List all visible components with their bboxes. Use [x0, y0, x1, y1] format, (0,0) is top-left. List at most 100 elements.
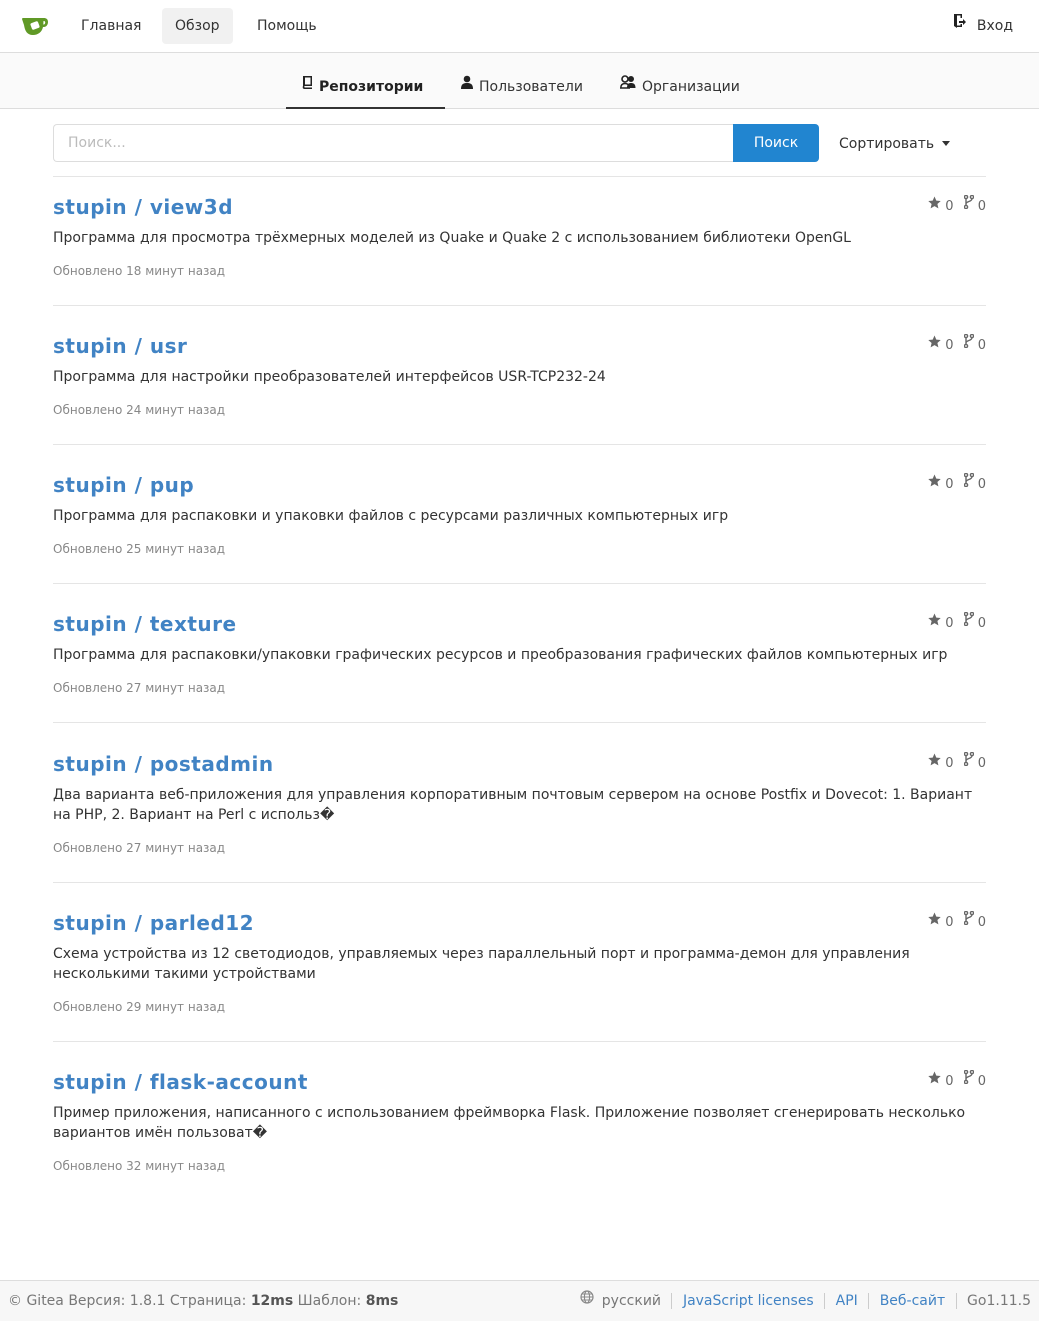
- language-label: русский: [601, 1293, 662, 1309]
- footer-copyright: © Gitea Версия: 1.8.1 Страница:: [8, 1293, 247, 1309]
- repo-title-link[interactable]: stupin / texture: [53, 609, 237, 639]
- repo-stats: 0 0: [922, 910, 986, 932]
- tab-repositories-label: Репозитории: [319, 79, 424, 95]
- sign-in-icon: [953, 7, 967, 43]
- nav-explore[interactable]: Обзор: [162, 8, 233, 44]
- star-icon: [928, 474, 941, 493]
- repo-description: Программа для просмотра трёхмерных модел…: [53, 230, 851, 246]
- forks-count: 0: [963, 472, 986, 494]
- forks-count: 0: [963, 910, 986, 932]
- js-licenses-link[interactable]: JavaScript licenses: [683, 1293, 814, 1309]
- footer-separator: [671, 1293, 673, 1309]
- star-icon: [928, 613, 941, 632]
- fork-icon: [963, 910, 975, 931]
- forks-count: 0: [963, 333, 986, 355]
- fork-icon: [963, 751, 975, 772]
- repo-title-link[interactable]: stupin / pup: [53, 470, 194, 500]
- repo-item: stupin / pup 0 0 Программа для распаковк…: [53, 470, 986, 557]
- divider: [53, 176, 986, 177]
- tab-users-label: Пользователи: [479, 79, 583, 95]
- search-input[interactable]: [53, 124, 734, 162]
- api-link[interactable]: API: [836, 1293, 858, 1309]
- repo-title-link[interactable]: stupin / usr: [53, 331, 187, 361]
- repo-stats: 0 0: [922, 194, 986, 216]
- fork-icon: [963, 1069, 975, 1090]
- repo-updated-time: Обновлено 29 минут назад: [53, 1000, 226, 1014]
- repo-title-link[interactable]: stupin / view3d: [53, 192, 233, 222]
- fork-icon: [963, 194, 975, 215]
- organization-icon: [619, 51, 636, 119]
- footer: © Gitea Версия: 1.8.1 Страница: 12ms Шаб…: [0, 1280, 1039, 1321]
- repo-stats: 0 0: [922, 611, 986, 633]
- nav-help[interactable]: Помощь: [244, 8, 330, 44]
- footer-template-label: Шаблон:: [297, 1293, 362, 1309]
- repo-divider: [53, 722, 986, 723]
- repo-description: Два варианта веб-приложения для управлен…: [53, 787, 973, 823]
- repo-updated-time: Обновлено 25 минут назад: [53, 542, 226, 556]
- fork-icon: [963, 611, 975, 632]
- footer-page-time: 12ms: [250, 1293, 294, 1309]
- repo-updated-time: Обновлено 32 минут назад: [53, 1159, 226, 1173]
- nav-home[interactable]: Главная: [68, 8, 154, 44]
- repo-divider: [53, 1041, 986, 1042]
- top-navbar: Главная Обзор Помощь Вход: [0, 0, 1039, 53]
- footer-separator: [868, 1293, 870, 1309]
- footer-separator: [955, 1293, 957, 1309]
- star-icon: [928, 1071, 941, 1090]
- repo-description: Программа для настройки преобразователей…: [53, 369, 606, 385]
- stars-count: 0: [928, 196, 954, 216]
- sort-dropdown[interactable]: Сортировать: [839, 124, 951, 162]
- stars-count: 0: [928, 474, 954, 494]
- repo-stats: 0 0: [922, 333, 986, 355]
- fork-icon: [963, 472, 975, 493]
- repo-divider: [53, 583, 986, 584]
- repo-item: stupin / postadmin 0 0 Два варианта веб-…: [53, 749, 986, 856]
- stars-count: 0: [928, 335, 954, 355]
- repo-description: Программа для распаковки/упаковки графич…: [53, 647, 948, 663]
- repo-stats: 0 0: [922, 1069, 986, 1091]
- globe-icon: [580, 1280, 594, 1320]
- repo-updated-time: Обновлено 27 минут назад: [53, 841, 226, 855]
- repo-divider: [53, 444, 986, 445]
- repo-item: stupin / flask-account 0 0 Пример прилож…: [53, 1067, 986, 1174]
- star-icon: [928, 335, 941, 354]
- repo-description: Программа для распаковки и упаковки файл…: [53, 508, 729, 524]
- forks-count: 0: [963, 751, 986, 773]
- go-version: Go1.11.5: [967, 1293, 1031, 1309]
- repo-updated-time: Обновлено 18 минут назад: [53, 264, 226, 278]
- repo-description: Пример приложения, написанного с использ…: [53, 1105, 966, 1141]
- forks-count: 0: [963, 194, 986, 216]
- footer-links: русский JavaScript licenses API Веб-сайт…: [580, 1281, 1031, 1321]
- tab-users[interactable]: Пользователи: [445, 53, 599, 109]
- repo-icon: [302, 51, 313, 119]
- stars-count: 0: [928, 912, 954, 932]
- footer-separator: [824, 1293, 826, 1309]
- login-button[interactable]: Вход: [953, 8, 1013, 44]
- fork-icon: [963, 333, 975, 354]
- repo-title-link[interactable]: stupin / parled12: [53, 908, 254, 938]
- caret-down-icon: [942, 140, 951, 146]
- tab-repositories[interactable]: Репозитории: [286, 53, 445, 109]
- stars-count: 0: [928, 753, 954, 773]
- sort-label: Сортировать: [839, 136, 935, 152]
- footer-version-info: © Gitea Версия: 1.8.1 Страница: 12ms Шаб…: [8, 1281, 398, 1321]
- footer-template-time: 8ms: [365, 1293, 399, 1309]
- language-selector[interactable]: русский: [580, 1289, 666, 1309]
- repo-divider: [53, 882, 986, 883]
- repo-stats: 0 0: [922, 472, 986, 494]
- star-icon: [928, 753, 941, 772]
- tab-organizations[interactable]: Организации: [604, 53, 756, 109]
- user-icon: [461, 51, 473, 119]
- star-icon: [928, 912, 941, 931]
- repo-item: stupin / usr 0 0 Программа для настройки…: [53, 331, 986, 418]
- gitea-logo-icon[interactable]: [20, 14, 50, 38]
- star-icon: [928, 196, 941, 215]
- repo-title-link[interactable]: stupin / flask-account: [53, 1067, 308, 1097]
- forks-count: 0: [963, 611, 986, 633]
- tab-organizations-label: Организации: [642, 79, 740, 95]
- website-link[interactable]: Веб-сайт: [880, 1293, 945, 1309]
- search-button[interactable]: Поиск: [733, 124, 819, 162]
- repo-updated-time: Обновлено 24 минут назад: [53, 403, 226, 417]
- repo-title-link[interactable]: stupin / postadmin: [53, 749, 274, 779]
- explore-tabs: Репозитории Пользователи Организации: [0, 53, 1039, 109]
